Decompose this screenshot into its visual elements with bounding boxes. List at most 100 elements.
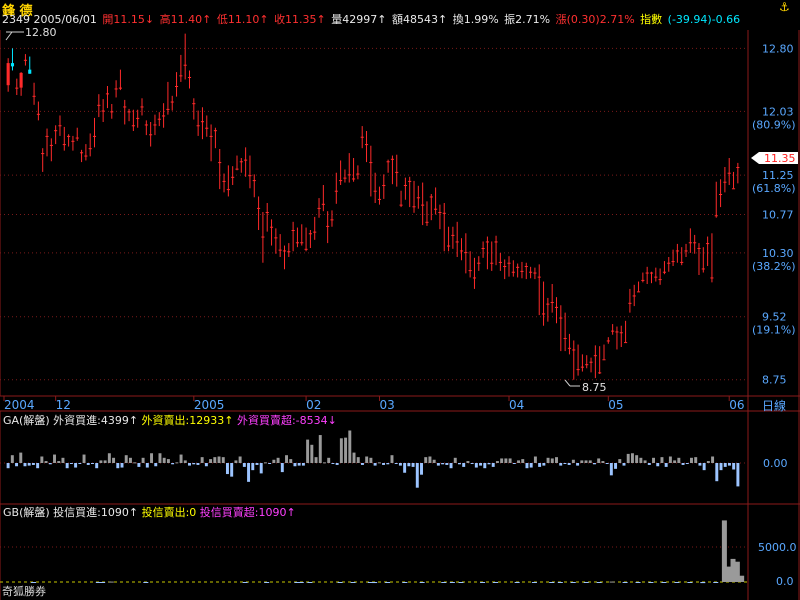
- candle: [75, 127, 79, 141]
- candle-body: [598, 372, 602, 374]
- price-tick-label: 9.52: [762, 311, 787, 324]
- gb-bar: [419, 582, 425, 583]
- candle: [295, 227, 299, 248]
- candle-body: [356, 173, 360, 175]
- ga-bar: [403, 463, 407, 473]
- candle: [580, 354, 584, 372]
- candle: [226, 165, 230, 197]
- candle: [697, 243, 701, 275]
- candle: [593, 345, 597, 379]
- candle-body: [92, 135, 97, 137]
- candle-body: [278, 249, 282, 251]
- candle-body: [438, 212, 442, 213]
- candle-body: [308, 233, 312, 235]
- current-price-label: 11.35: [764, 152, 796, 165]
- candle-body: [45, 135, 49, 137]
- candle-body: [282, 250, 287, 252]
- candle-body: [434, 208, 438, 210]
- candle: [684, 243, 688, 257]
- candle-body: [321, 203, 325, 205]
- ga-bar: [479, 463, 483, 466]
- candle-body: [222, 180, 226, 182]
- candle-body: [731, 188, 736, 190]
- ga-bar: [635, 455, 639, 463]
- ga-bar: [559, 463, 563, 466]
- candle-body: [364, 144, 369, 146]
- ga-bar: [377, 462, 381, 464]
- gb-bar: [441, 582, 447, 583]
- candle-body: [200, 121, 205, 123]
- candle-body: [680, 261, 684, 263]
- candle: [360, 126, 364, 149]
- candle-body: [701, 268, 705, 270]
- ga-bar: [508, 458, 512, 463]
- gb-bar: [264, 582, 270, 583]
- ga-bar: [436, 463, 440, 466]
- gb-bar: [480, 582, 486, 583]
- ga-bar: [150, 453, 154, 463]
- candle-body: [645, 272, 649, 274]
- ga-bar: [65, 463, 69, 469]
- candle-body: [244, 159, 248, 161]
- candle: [503, 259, 507, 280]
- gb-bar: [385, 582, 391, 583]
- candle-body: [580, 366, 584, 368]
- ga-bar: [183, 460, 187, 463]
- candle: [19, 72, 23, 96]
- gb-bar: [514, 582, 520, 583]
- ga-bar: [331, 463, 335, 464]
- candle: [118, 69, 122, 91]
- candle-body: [23, 59, 27, 61]
- candle: [84, 144, 88, 161]
- candle: [166, 81, 170, 115]
- candle-body: [291, 230, 295, 231]
- candle-body: [131, 125, 135, 127]
- candle: [71, 135, 75, 151]
- candle: [442, 203, 446, 252]
- candle-body: [6, 63, 10, 86]
- candle: [32, 82, 36, 105]
- ga-bar: [78, 463, 82, 464]
- gb-bar: [700, 582, 706, 584]
- x-tick-label: 03: [379, 398, 394, 412]
- candle-body: [559, 317, 563, 319]
- candle: [399, 190, 403, 208]
- gb-panel-title: GB(解盤) 投信買進:1090↑ 投信賣出:0 投信買賣超:1090↑: [3, 505, 296, 519]
- ga-bar: [285, 455, 288, 463]
- candle-body: [507, 262, 511, 264]
- candle: [28, 56, 32, 74]
- candle: [736, 162, 740, 184]
- candle-body: [32, 95, 36, 97]
- gb-grid: [0, 546, 748, 583]
- price-tick-label: 12.03: [762, 105, 794, 118]
- gb-bar: [372, 582, 378, 584]
- candle-body: [442, 212, 446, 214]
- gb-bar: [687, 582, 693, 583]
- candle: [425, 201, 429, 226]
- ga-bar: [702, 463, 706, 471]
- candle-body: [136, 117, 140, 119]
- candle-body: [697, 248, 701, 249]
- ga-bar: [352, 452, 356, 463]
- candle: [235, 155, 239, 171]
- ga-bar: [360, 463, 364, 465]
- price-grid: [0, 47, 748, 381]
- ga-bar: [40, 456, 44, 463]
- candle: [429, 194, 433, 221]
- candle-body: [429, 196, 433, 198]
- candle: [144, 120, 148, 136]
- candle: [511, 260, 515, 277]
- ga-bar: [348, 430, 352, 463]
- gb-bar: [531, 582, 537, 583]
- ga-bar: [618, 459, 622, 463]
- candle: [49, 138, 53, 162]
- ga-bar: [719, 463, 723, 471]
- ga-bar: [335, 463, 339, 465]
- ga-bar: [120, 463, 124, 468]
- candle: [421, 182, 425, 226]
- gb-bar: [622, 582, 628, 583]
- ga-bar: [382, 463, 386, 465]
- ga-bar: [69, 463, 73, 464]
- candle: [662, 261, 666, 275]
- candle: [369, 145, 373, 197]
